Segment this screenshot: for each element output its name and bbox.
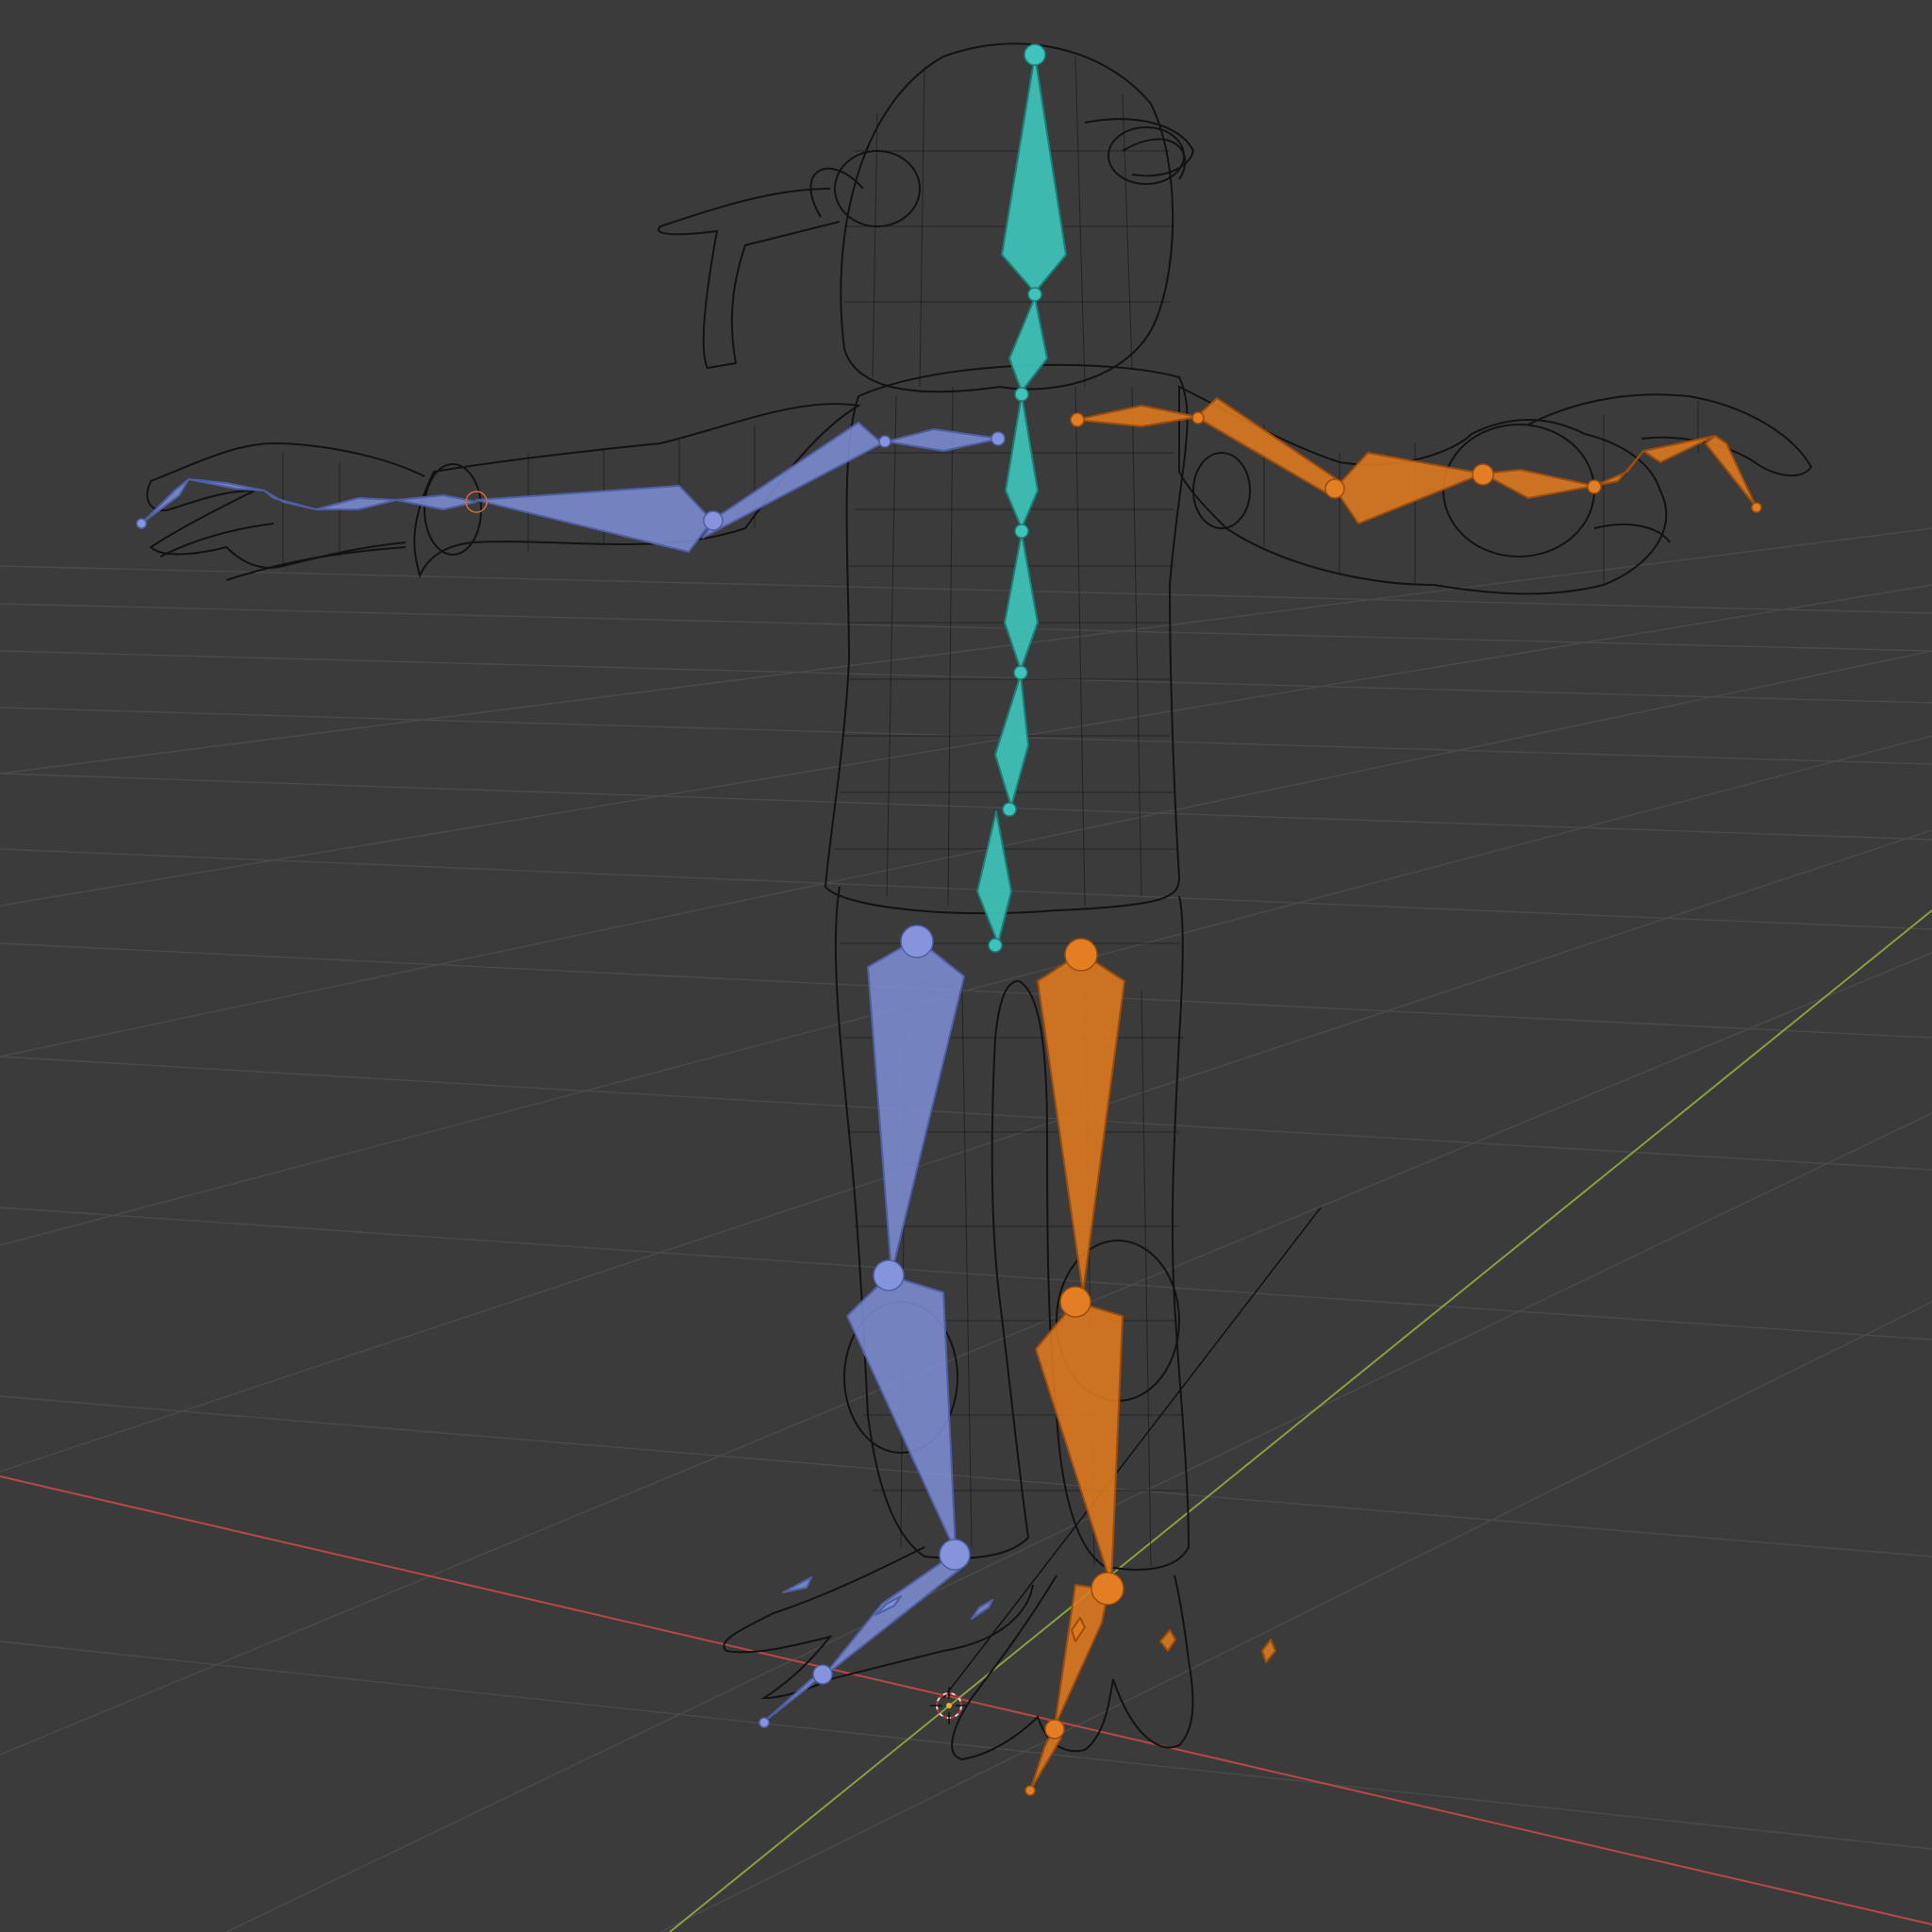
joint-clavicle-l <box>878 435 891 448</box>
3d-cursor-icon[interactable] <box>930 1687 968 1724</box>
joint-hip-l <box>900 924 934 958</box>
bone-forearm-r[interactable] <box>1334 452 1484 525</box>
joint-root <box>988 938 1003 953</box>
joint-ball-l <box>812 1664 833 1685</box>
bone-foot-r[interactable] <box>1054 1584 1109 1727</box>
bone-hips[interactable] <box>976 810 1012 944</box>
bone-group-right[interactable] <box>1029 397 1757 1791</box>
joint-neck <box>1027 287 1042 302</box>
joint-fingertip-l <box>136 518 147 529</box>
joint-finger-r <box>1587 479 1602 494</box>
bone-finger-l-2[interactable] <box>263 490 317 510</box>
bone-head[interactable] <box>1001 54 1067 293</box>
joint-ankle-l <box>939 1539 971 1571</box>
bone-toe-l-small-1[interactable] <box>782 1576 812 1593</box>
joint-pelvis <box>1002 802 1017 817</box>
joint-clavicle-r <box>1191 411 1205 425</box>
camera-guide-line <box>942 1207 1322 1699</box>
bone-neck[interactable] <box>1008 296 1048 392</box>
joint-elbow-r <box>1324 478 1345 499</box>
wireframe-mesh <box>146 42 1813 1761</box>
joint-head-tip <box>1024 43 1046 66</box>
joint-chest <box>1014 387 1029 402</box>
joints-right <box>1024 411 1762 1796</box>
joints-left <box>136 431 1006 1728</box>
bone-spine-1[interactable] <box>994 674 1029 808</box>
joint-toe-tip-l <box>758 1717 770 1728</box>
3d-viewport[interactable] <box>0 0 1932 1932</box>
joint-fingertip-r <box>1751 502 1762 513</box>
joint-spine <box>1014 524 1029 539</box>
joint-shoulder-l <box>991 431 1006 446</box>
bone-toe-r-small-3[interactable] <box>1261 1639 1276 1663</box>
bone-finger-r-2[interactable] <box>1642 435 1716 463</box>
wireframe-density <box>282 56 1699 1567</box>
bone-spine-3[interactable] <box>1005 393 1039 529</box>
joint-ball-r <box>1044 1719 1065 1740</box>
bone-toe-r-small-2[interactable] <box>1159 1629 1176 1652</box>
x-axis-line <box>0 1475 1932 1925</box>
bone-finger-l-3[interactable] <box>188 478 265 491</box>
bone-hand-r[interactable] <box>1482 469 1595 499</box>
bone-spine-2[interactable] <box>1004 532 1039 671</box>
bone-thigh-l[interactable] <box>867 938 965 1274</box>
viewport-canvas[interactable] <box>0 0 1932 1932</box>
joint-shoulder-r <box>1070 412 1085 427</box>
bone-toe-l-small-3[interactable] <box>971 1599 993 1620</box>
joint-knee-l <box>873 1259 905 1291</box>
bone-finger-l-1[interactable] <box>315 497 397 510</box>
joint-spine-lower <box>1013 665 1028 680</box>
joint-elbow-l <box>703 510 724 531</box>
bone-shin-r[interactable] <box>1035 1301 1124 1586</box>
bone-foot-l[interactable] <box>822 1554 965 1678</box>
bone-upperarm-r[interactable] <box>1195 397 1341 496</box>
bone-finger-r-3[interactable] <box>1705 435 1757 508</box>
joint-toe-tip-r <box>1024 1785 1036 1796</box>
joint-hip-r <box>1064 938 1098 972</box>
bone-upperarm-l[interactable] <box>702 422 883 539</box>
joint-ankle-r <box>1091 1572 1124 1606</box>
bone-hand-l[interactable] <box>395 494 477 510</box>
joint-knee-r <box>1059 1286 1091 1318</box>
joint-wrist-r <box>1472 463 1494 486</box>
bone-clavicle-l[interactable] <box>886 428 1001 452</box>
